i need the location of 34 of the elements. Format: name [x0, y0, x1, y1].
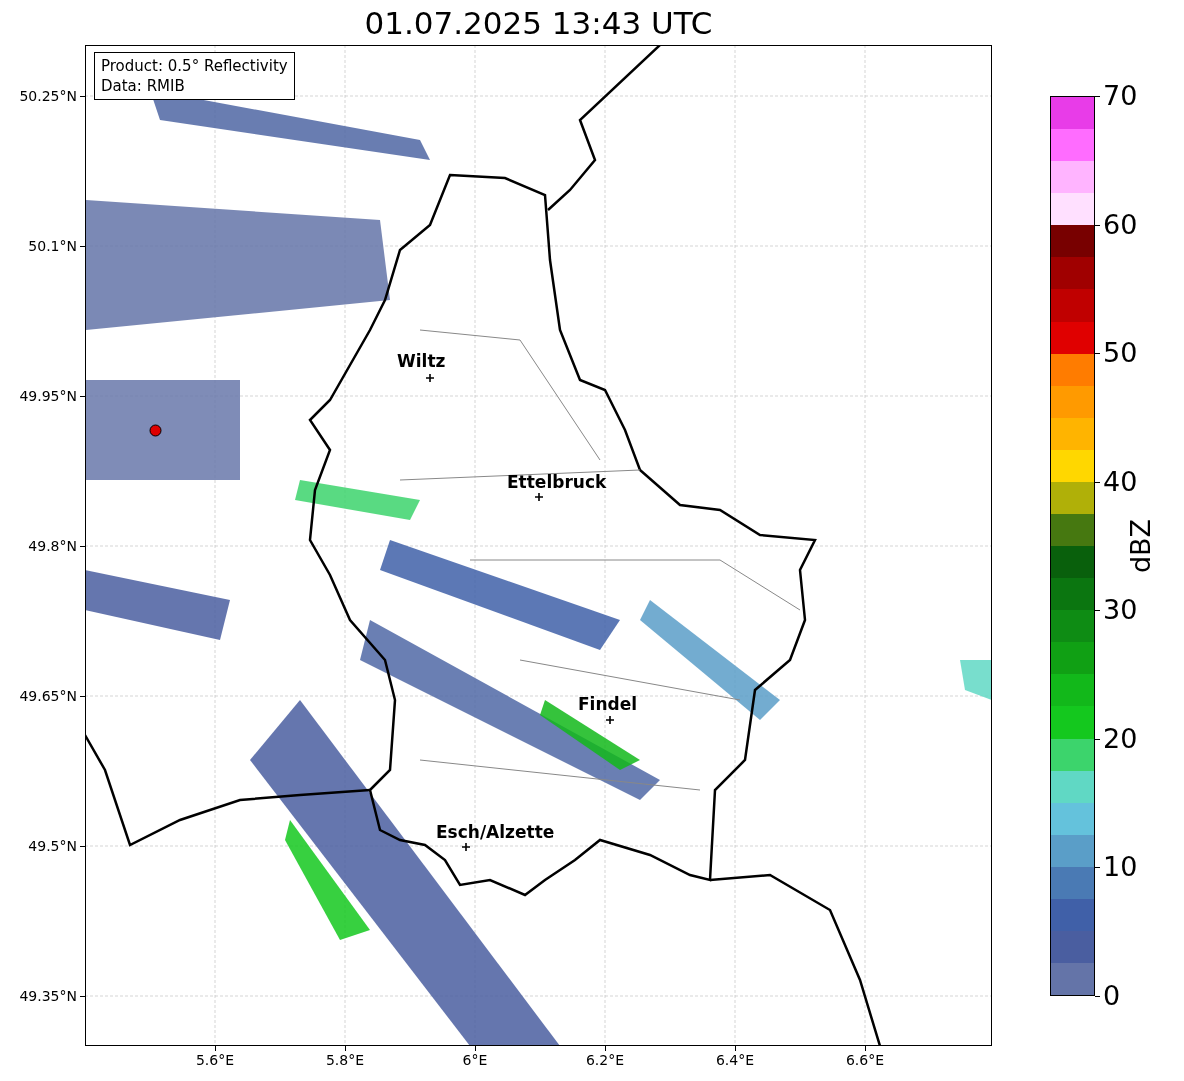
colorbar-tick-label: 0 [1103, 981, 1121, 1011]
cross-marker-icon [606, 716, 614, 724]
colorbar-tick-label: 10 [1103, 852, 1138, 883]
axis-tick-label: 5.8°E [325, 1052, 365, 1068]
axis-tick-label: 6°E [462, 1052, 488, 1068]
colorbar-tick-label: 20 [1103, 723, 1138, 754]
axis-tick-label: 6.4°E [715, 1052, 755, 1068]
axis-tick-label: 49.35°N [19, 988, 77, 1004]
axis-tick-label: 5.6°E [195, 1052, 235, 1068]
legend-text: Data: RMIB [101, 76, 186, 96]
city-label: Esch/Alzette [436, 823, 555, 841]
axis-tick-label: 6.6°E [845, 1052, 885, 1068]
axis-tick-label: 49.5°N [28, 838, 77, 854]
colorbar-tick-label: 30 [1103, 595, 1138, 626]
cross-marker-icon [535, 493, 543, 501]
colorbar-tick-label: 40 [1103, 466, 1138, 497]
cross-marker-icon [426, 374, 434, 382]
axis-tick-label: 6.2°E [585, 1052, 625, 1068]
colorbar-label: dBZ [1126, 518, 1156, 574]
city-label: Ettelbruck [507, 473, 607, 491]
chart-title: 01.07.2025 13:43 UTC [364, 8, 713, 43]
legend-text: Product: 0.5° Reflectivity [101, 56, 288, 76]
colorbar-tick-label: 70 [1103, 81, 1138, 111]
cross-marker-icon [462, 843, 470, 851]
city-label: Wiltz [397, 352, 446, 370]
axis-tick-label: 49.8°N [28, 538, 77, 554]
colorbar-tick-label: 50 [1103, 338, 1138, 369]
city-label: Findel [578, 695, 638, 713]
axis-tick-label: 49.65°N [19, 688, 77, 704]
radar-site-icon [149, 424, 162, 437]
axis-tick-label: 49.95°N [19, 388, 77, 404]
axis-tick-label: 50.1°N [28, 238, 77, 254]
colorbar-tick-label: 60 [1103, 209, 1138, 240]
axis-tick-label: 50.25°N [19, 88, 77, 104]
